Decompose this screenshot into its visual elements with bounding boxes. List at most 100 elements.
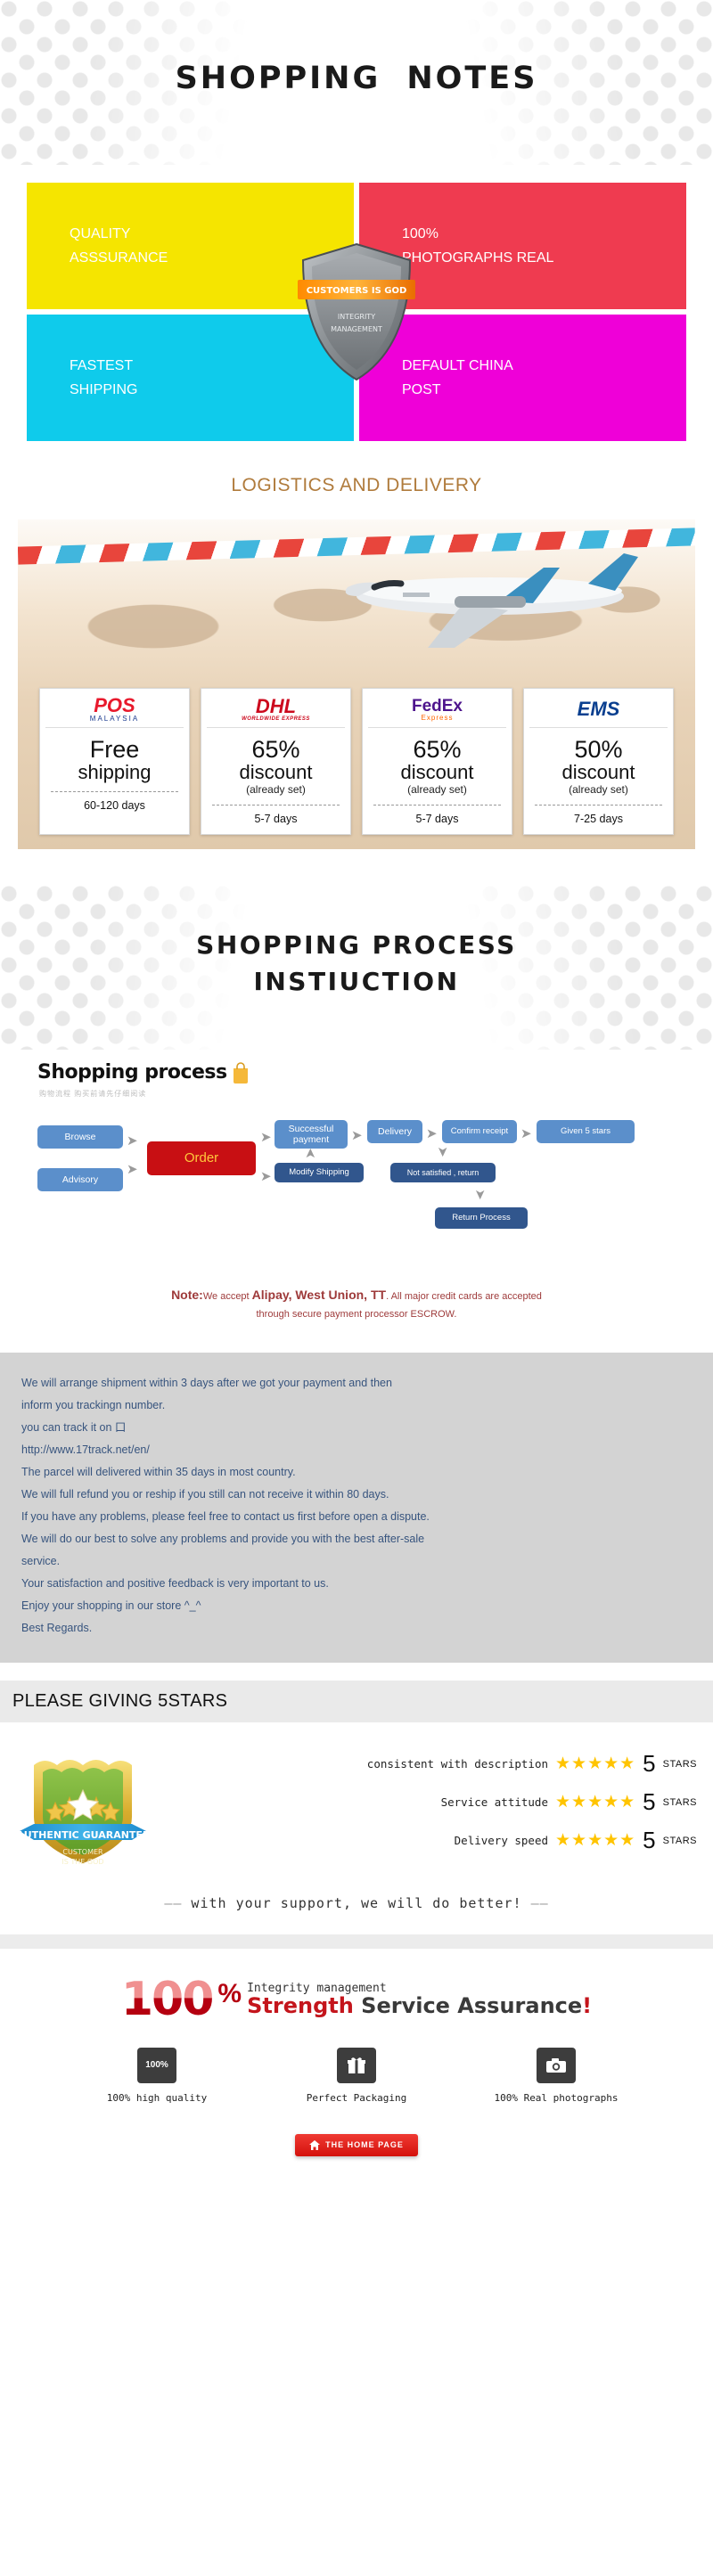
five-stars-icon: ★★★★★ — [555, 1754, 636, 1774]
support-message: —— with your support, we will do better!… — [0, 1879, 713, 1934]
footer-section: 100 % Integrity management Strength Serv… — [0, 1948, 713, 2196]
arrow-browse-to-order: ➤ — [127, 1133, 138, 1149]
flow-node-delivery[interactable]: Delivery — [367, 1120, 422, 1143]
rating-label: consistent with description — [366, 1757, 548, 1771]
shield-line-integrity: INTEGRITY — [338, 313, 375, 321]
carrier-card: EMS 50% discount (already set) 7-25 days — [523, 687, 674, 835]
rating-word: STARS — [662, 1835, 697, 1846]
carrier-logo-fedex: FedEx Express — [368, 696, 506, 728]
carrier-days-text: 5-7 days — [415, 813, 459, 825]
carrier-logo-text: DHL — [255, 695, 297, 718]
support-text: with your support, we will do better! — [191, 1894, 522, 1911]
flow-node-successful-payment[interactable]: Successful payment — [275, 1120, 348, 1149]
process-title-line2: INSTIUCTION — [253, 966, 460, 996]
shopping-bag-icon — [233, 1061, 248, 1084]
carrier-logo-text: EMS — [577, 698, 620, 721]
process-title-line1: SHOPPING PROCESS — [196, 930, 517, 960]
info-line: service. — [21, 1554, 61, 1567]
carrier-note-text: (already set) — [246, 783, 306, 796]
arrow-not-satisfied-to-return: ➤ — [471, 1189, 488, 1200]
note-line-2: through secure payment processor ESCROW. — [256, 1309, 457, 1321]
carrier-divider — [535, 805, 662, 806]
carrier-logo-subtext: MALAYSIA — [89, 715, 140, 724]
percent-symbol: % — [217, 1978, 242, 2008]
quad-label-shipping: FASTEST SHIPPING — [70, 357, 138, 397]
rating-word: STARS — [662, 1796, 697, 1808]
home-button-container: THE HOME PAGE — [0, 2133, 713, 2183]
info-line: inform you trackingn number. — [21, 1398, 166, 1411]
camera-icon — [537, 2047, 576, 2083]
carrier-logo-text: FedEx — [411, 696, 463, 716]
flow-node-confirm-receipt[interactable]: Confirm receipt — [442, 1120, 517, 1143]
flowchart-canvas: Browse Advisory ➤ ➤ Order ➤ Successful p… — [18, 1108, 695, 1268]
stars-section-header: PLEASE GIVING 5STARS — [0, 1680, 713, 1722]
hundred-number: 100 — [120, 1972, 215, 2026]
info-line: If you have any problems, please feel fr… — [21, 1509, 430, 1523]
feature-item: Perfect Packaging — [285, 2047, 428, 2104]
flow-node-order[interactable]: Order — [147, 1141, 256, 1175]
left-dash: —— — [164, 1894, 183, 1911]
info-line: Best Regards. — [21, 1621, 93, 1634]
flow-node-not-satisfied[interactable]: Not satisfied , return — [390, 1163, 496, 1182]
flow-node-modify-shipping[interactable]: Modify Shipping — [275, 1163, 364, 1182]
rating-row: consistent with description ★★★★★ 5 STAR… — [162, 1750, 697, 1778]
carrier-divider — [373, 805, 501, 806]
carrier-card: FedEx Express 65% discount (already set)… — [362, 687, 512, 835]
note-payment-methods: Alipay, West Union, TT — [251, 1288, 387, 1302]
arrow-modify-to-payment: ➤ — [302, 1148, 318, 1159]
carrier-note-text: (already set) — [569, 783, 628, 796]
hundred-percent-banner: 100 % Integrity management Strength Serv… — [0, 1972, 713, 2026]
arrow-delivery-to-confirm: ➤ — [426, 1126, 438, 1141]
carrier-logo-pos: POS MALAYSIA — [45, 696, 184, 728]
badge-banner-text: AUTHENTIC GUARANTEE — [17, 1829, 150, 1841]
carrier-card: DHL WORLDWIDE EXPRESS 65% discount (alre… — [201, 687, 351, 835]
flowchart-heading-row: Shopping process — [18, 1061, 695, 1084]
flow-node-advisory[interactable]: Advisory — [37, 1168, 123, 1191]
carrier-main-text: Free — [89, 735, 140, 763]
flowchart-heading: Shopping process — [37, 1061, 227, 1084]
carrier-divider — [51, 791, 178, 792]
gift-box-icon — [337, 2047, 376, 2083]
home-page-button[interactable]: THE HOME PAGE — [295, 2133, 418, 2156]
carrier-main-text: 65% — [251, 735, 300, 763]
info-line: We will do our best to solve any problem… — [21, 1532, 425, 1545]
info-line: The parcel will delivered within 35 days… — [21, 1465, 296, 1478]
carrier-logo-text: POS — [94, 694, 135, 717]
arrow-payment-to-delivery: ➤ — [351, 1128, 363, 1143]
carrier-logo-subtext: WORLDWIDE EXPRESS — [242, 716, 310, 723]
carrier-cards-row: POS MALAYSIA Free shipping 60-120 days D… — [39, 687, 674, 835]
flow-node-browse[interactable]: Browse — [37, 1125, 123, 1149]
tagline-service: Service Assurance — [361, 1992, 583, 2018]
info-tracking-url[interactable]: http://www.17track.net/en/ — [21, 1439, 692, 1461]
shield-line-management: MANAGEMENT — [331, 325, 382, 333]
logistics-section-title: LOGISTICS AND DELIVERY — [231, 475, 482, 495]
right-dash: —— — [530, 1894, 549, 1911]
badge-god-line: IS THE GOD — [61, 1858, 103, 1866]
five-stars-icon: ★★★★★ — [555, 1793, 636, 1812]
camera-icon-svg — [546, 2057, 566, 2073]
process-header: SHOPPING PROCESS INSTIUCTION — [0, 885, 713, 1054]
carrier-sub-text: discount — [561, 760, 635, 783]
carrier-days-text: 60-120 days — [84, 799, 145, 812]
tagline-exclamation: ! — [582, 1992, 593, 2018]
feature-item: 100% 100% high quality — [86, 2047, 228, 2104]
ratings-list: consistent with description ★★★★★ 5 STAR… — [162, 1750, 697, 1865]
carrier-logo-ems: EMS — [529, 696, 668, 728]
quad-label-photographs: 100% PHOTOGRAPHS REAL — [402, 225, 554, 266]
arrow-confirm-to-stars: ➤ — [520, 1126, 532, 1141]
footer-separator — [0, 1934, 713, 1949]
flow-node-return-process[interactable]: Return Process — [435, 1207, 528, 1229]
arrow-confirm-to-not-satisfied: ➤ — [434, 1146, 450, 1157]
carrier-divider — [212, 805, 340, 806]
note-small-1: We accept — [202, 1291, 252, 1302]
flow-node-given-5-stars[interactable]: Given 5 stars — [537, 1120, 635, 1143]
carrier-sub-text: discount — [400, 760, 474, 783]
shield-band-text: CUSTOMERS IS GOD — [307, 286, 407, 296]
carrier-main-text: 50% — [574, 735, 623, 763]
rating-label: Service attitude — [440, 1795, 548, 1810]
carrier-card: POS MALAYSIA Free shipping 60-120 days — [39, 687, 190, 835]
rating-number: 5 — [643, 1827, 656, 1854]
rating-number: 5 — [643, 1788, 656, 1816]
customers-is-god-shield-icon: CUSTOMERS IS GOD INTEGRITY MANAGEMENT — [298, 242, 415, 381]
shopping-process-flowchart: Shopping process 购物流程 购买前请先仔细阅读 Browse A… — [18, 1054, 695, 1329]
